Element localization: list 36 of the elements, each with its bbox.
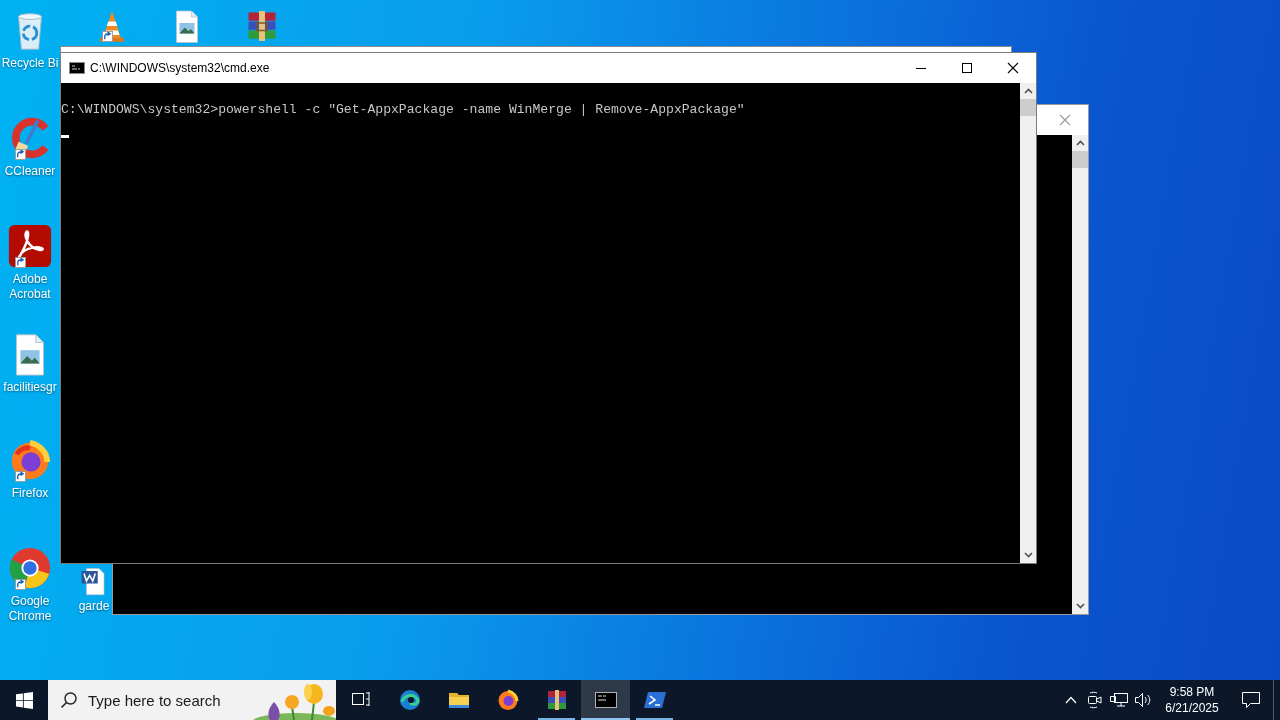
caret-down-icon	[1075, 603, 1085, 609]
scrollbar[interactable]	[1020, 83, 1036, 563]
close-icon	[1059, 114, 1071, 126]
caret-up-icon	[1023, 88, 1033, 94]
clock-button[interactable]: 9:58 PM 6/21/2025	[1155, 680, 1229, 720]
swirl-icon	[7, 223, 53, 269]
desktop-shortcut[interactable]: facilitiesgr	[0, 330, 60, 395]
search-icon	[60, 691, 78, 709]
console-icon	[69, 62, 85, 74]
desktop-shortcut[interactable]: CCleaner	[0, 114, 60, 179]
speaker-icon	[1134, 692, 1152, 708]
start-icon	[15, 691, 33, 709]
monitor-icon	[1109, 692, 1129, 708]
camera-icon	[1087, 691, 1103, 709]
window-title: C:\WINDOWS\system32\cmd.exe	[90, 61, 270, 75]
desktop-shortcut[interactable]: Adobe Acrobat	[0, 222, 60, 302]
taskbar-app[interactable]	[581, 680, 630, 720]
chevron-up-icon	[1065, 696, 1077, 704]
console-line: C:\WINDOWS\system32>powershell -c "Get-AppxPackage -name WinMerge | Remove-AppxPackage"	[61, 101, 746, 119]
caret-down-icon	[1023, 552, 1033, 558]
desktop-shortcut[interactable]: garde	[77, 565, 111, 614]
clock-date: 6/21/2025	[1165, 700, 1219, 716]
browser-icon	[7, 545, 53, 591]
scrollbar-thumb[interactable]	[1072, 151, 1088, 168]
desktop-shortcut[interactable]: Google Chrome	[0, 544, 60, 624]
desktop-shortcut[interactable]: Recycle Bi	[0, 6, 60, 71]
caret-up-icon	[1075, 140, 1085, 146]
speech-bubble-icon	[1241, 691, 1261, 709]
close-icon	[1007, 62, 1019, 74]
scrollbar[interactable]	[1072, 135, 1088, 614]
swirl-circle-icon	[397, 688, 422, 712]
search-input[interactable]: Type here to search	[88, 691, 252, 709]
scrollbar-thumb[interactable]	[1020, 99, 1036, 116]
clock-time: 9:58 PM	[1169, 684, 1215, 700]
maximize-icon	[961, 62, 973, 74]
desktop-shortcut[interactable]: Firefox	[0, 436, 60, 501]
